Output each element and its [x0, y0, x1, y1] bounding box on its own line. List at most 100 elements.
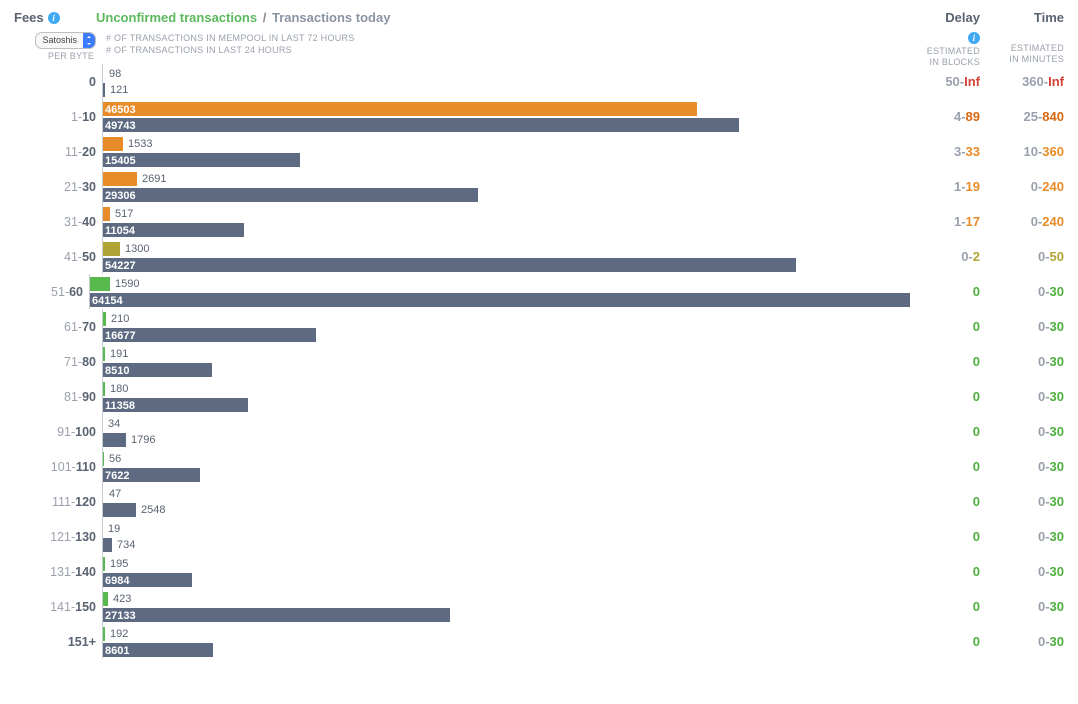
time-value-low: 0-	[1038, 459, 1050, 474]
row-metrics: 1-170-240	[910, 204, 1064, 239]
bar-value-72h: 195	[105, 558, 128, 570]
fee-range-low: 61-	[64, 320, 82, 334]
bar-72h[interactable]	[103, 137, 123, 151]
bar-group: 269129306	[102, 169, 910, 204]
info-icon[interactable]: i	[968, 32, 980, 44]
title-today-link[interactable]: Transactions today	[272, 10, 390, 25]
bar-group: 180 11358	[102, 379, 910, 414]
title-separator: /	[261, 10, 269, 25]
bar-value-24h: 1796	[126, 434, 155, 446]
bar-72h[interactable]	[103, 172, 137, 186]
bar-value-24h: 734	[112, 539, 135, 551]
chart-row: 81-901801135800-30	[14, 379, 1064, 414]
delay-value-high: 17	[966, 214, 980, 229]
bar-line: 210	[103, 312, 910, 326]
bar-value-24h: 29306	[103, 190, 138, 202]
info-icon[interactable]: i	[48, 12, 60, 24]
bar-24h[interactable]	[103, 503, 136, 517]
delay-value: 0	[910, 459, 980, 474]
bar-24h[interactable]: 15405	[103, 153, 300, 167]
bar-group: 159064154	[89, 274, 910, 309]
bar-24h[interactable]: 27133	[103, 608, 450, 622]
bar-24h[interactable]: 7622	[103, 468, 200, 482]
time-value-high: 30	[1050, 529, 1064, 544]
bar-line: 64154	[90, 293, 910, 307]
time-value: 0-30	[994, 284, 1064, 299]
bar-value-24h: 2548	[136, 504, 165, 516]
delay-value: 0	[910, 494, 980, 509]
chart-row: 141-1504232713300-30	[14, 589, 1064, 624]
bar-value-24h: 6984	[103, 575, 131, 587]
fee-range-high: 110	[76, 460, 96, 474]
fee-range-high: 70	[82, 320, 96, 334]
bar-line: 734	[103, 538, 910, 552]
time-value: 0-30	[994, 634, 1064, 649]
dropdown-stepper-icon	[83, 33, 95, 48]
bar-line: 1300	[103, 242, 910, 256]
fee-range-label: 31-40	[14, 204, 102, 239]
time-value-low: 25-	[1024, 109, 1043, 124]
bar-line: 8601	[103, 643, 910, 657]
bar-24h[interactable]: 6984	[103, 573, 192, 587]
per-byte-label: PER BYTE	[48, 51, 96, 61]
unit-select[interactable]: Satoshis	[35, 32, 96, 49]
time-label: Time	[1034, 10, 1064, 25]
bar-line: 2548	[103, 503, 910, 517]
row-metrics: 00-30	[910, 484, 1064, 519]
fee-range-label: 101-110	[14, 449, 102, 484]
bar-24h[interactable]	[103, 538, 112, 552]
bar-group: 34 1796	[102, 414, 910, 449]
bar-line: 192	[103, 627, 910, 641]
time-value-low: 0-	[1038, 354, 1050, 369]
bar-24h[interactable]: 64154	[90, 293, 910, 307]
bar-24h[interactable]: 11054	[103, 223, 244, 237]
unit-select-value: Satoshis	[36, 33, 83, 48]
bar-line: 180	[103, 382, 910, 396]
bar-72h[interactable]	[103, 207, 110, 221]
bar-line: 16677	[103, 328, 910, 342]
time-value-high: 360	[1042, 144, 1064, 159]
bar-24h[interactable]: 54227	[103, 258, 796, 272]
title-unconfirmed-link[interactable]: Unconfirmed transactions	[96, 10, 257, 25]
bar-24h[interactable]: 8510	[103, 363, 212, 377]
bar-72h[interactable]	[90, 277, 110, 291]
bar-24h[interactable]	[103, 433, 126, 447]
bar-24h[interactable]: 16677	[103, 328, 316, 342]
delay-value: 0	[910, 529, 980, 544]
delay-sub1: ESTIMATED	[927, 46, 980, 56]
delay-value: 1-19	[910, 179, 980, 194]
bar-72h[interactable]: 46503	[103, 102, 697, 116]
fee-range-label: 1-10	[14, 99, 102, 134]
legend-24h: # OF TRANSACTIONS IN LAST 24 HOURS	[106, 45, 910, 55]
chart-row: 61-702101667700-30	[14, 309, 1064, 344]
bar-24h[interactable]: 11358	[103, 398, 248, 412]
delay-value-high: 0	[973, 529, 980, 544]
delay-value-high: 19	[966, 179, 980, 194]
bar-value-24h: 11054	[103, 225, 137, 237]
fee-range-high: 80	[82, 355, 96, 369]
delay-value-high: 0	[973, 459, 980, 474]
row-metrics: 3-3310-360	[910, 134, 1064, 169]
bar-24h[interactable]: 8601	[103, 643, 213, 657]
bar-line: 15405	[103, 153, 910, 167]
row-metrics: 00-30	[910, 589, 1064, 624]
bar-24h[interactable]: 49743	[103, 118, 739, 132]
bar-value-72h: 210	[106, 313, 129, 325]
time-value-low: 10-	[1024, 144, 1043, 159]
delay-value-high: 0	[973, 354, 980, 369]
bar-72h[interactable]	[103, 242, 120, 256]
bar-value-72h: 192	[105, 628, 128, 640]
bar-line: 11358	[103, 398, 910, 412]
bar-line: 34	[103, 417, 910, 431]
time-value-low: 0-	[1038, 389, 1050, 404]
fee-range-low: 121-	[50, 530, 75, 544]
bar-group: 195 6984	[102, 554, 910, 589]
time-value: 0-240	[994, 179, 1064, 194]
delay-value: 0	[910, 354, 980, 369]
bar-line: 98	[103, 67, 910, 81]
time-value-high: 50	[1050, 249, 1064, 264]
bar-24h[interactable]: 29306	[103, 188, 478, 202]
bar-group: 1918510	[102, 344, 910, 379]
delay-value: 0	[910, 599, 980, 614]
time-value: 0-30	[994, 424, 1064, 439]
